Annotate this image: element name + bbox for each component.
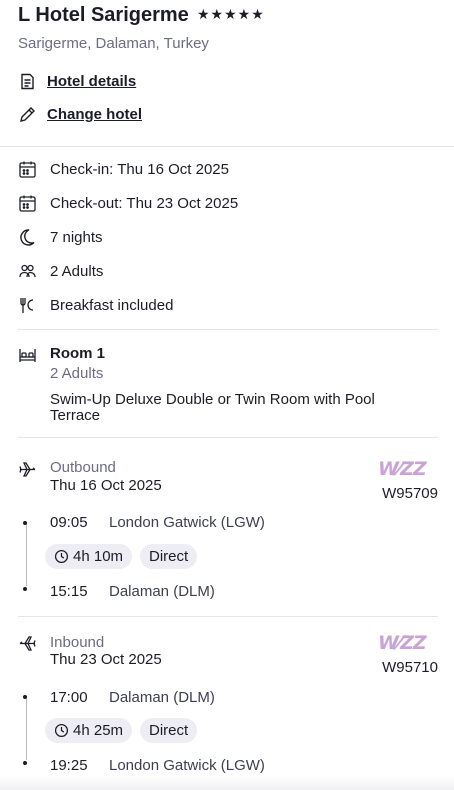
calendar-icon [18, 194, 37, 213]
moon-icon [18, 228, 37, 247]
stops-text: Direct [149, 548, 189, 565]
plane-icon [18, 634, 37, 653]
duration-text: 4h 25m [73, 722, 124, 739]
inbound-date: Thu 23 Oct 2025 [50, 651, 162, 668]
section-divider [18, 329, 438, 330]
room-title: Room 1 [50, 345, 106, 362]
outbound-flight-number: W95709 [382, 485, 438, 502]
section-divider [18, 616, 438, 617]
nights-row: 7 nights [18, 228, 103, 247]
inbound-arrive-airport: London Gatwick (LGW) [109, 757, 265, 774]
timeline-dot [23, 695, 27, 699]
calendar-icon [18, 160, 37, 179]
room-guests: 2 Adults [50, 365, 104, 382]
check-in-row: Check-in: Thu 16 Oct 2025 [18, 160, 229, 179]
timeline-dot [23, 521, 27, 525]
bed-icon [18, 346, 37, 365]
star-rating: ★★★★★ [197, 6, 265, 22]
stops-text: Direct [149, 722, 189, 739]
clock-icon [54, 549, 69, 564]
airline-logo: W⁄ZZ [378, 632, 427, 654]
inbound-flight-number: W95710 [382, 659, 438, 676]
airline-logo: W⁄ZZ [378, 458, 427, 480]
scroll-fade [0, 776, 454, 790]
people-icon [18, 262, 37, 281]
document-icon [18, 72, 37, 91]
stops-chip: Direct [140, 718, 198, 743]
timeline-dot [23, 761, 27, 765]
inbound-label: Inbound [50, 634, 105, 651]
board-text: Breakfast included [50, 297, 174, 314]
check-out-text: Check-out: Thu 23 Oct 2025 [50, 195, 239, 212]
timeline-line [26, 698, 27, 760]
outbound-arrive-time: 15:15 [50, 583, 88, 600]
room-description: Swim-Up Deluxe Double or Twin Room with … [50, 391, 375, 424]
change-hotel-link[interactable]: Change hotel [18, 105, 142, 124]
pencil-icon [18, 105, 37, 124]
guests-row: 2 Adults [18, 262, 103, 281]
section-divider [0, 146, 454, 147]
board-row: Breakfast included [18, 296, 173, 315]
plane-icon [18, 460, 37, 479]
section-divider [18, 437, 438, 438]
change-hotel-label[interactable]: Change hotel [47, 106, 142, 123]
stops-chip: Direct [140, 544, 198, 569]
hotel-details-link[interactable]: Hotel details [18, 72, 136, 91]
outbound-depart-airport: London Gatwick (LGW) [109, 514, 265, 531]
timeline-line [26, 524, 27, 586]
hotel-details-label[interactable]: Hotel details [47, 73, 136, 90]
outbound-arrive-airport: Dalaman (DLM) [109, 583, 215, 600]
check-in-text: Check-in: Thu 16 Oct 2025 [50, 161, 229, 178]
timeline-dot [23, 587, 27, 591]
clock-icon [54, 723, 69, 738]
duration-chip: 4h 10m [45, 544, 133, 569]
cutlery-icon [18, 296, 37, 315]
inbound-depart-airport: Dalaman (DLM) [109, 689, 215, 706]
hotel-name: L Hotel Sarigerme [18, 4, 189, 26]
guests-text: 2 Adults [50, 263, 104, 280]
check-out-row: Check-out: Thu 23 Oct 2025 [18, 194, 238, 213]
nights-text: 7 nights [50, 229, 103, 246]
outbound-depart-time: 09:05 [50, 514, 88, 531]
duration-text: 4h 10m [73, 548, 124, 565]
hotel-location: Sarigerme, Dalaman, Turkey [18, 35, 209, 52]
duration-chip: 4h 25m [45, 718, 133, 743]
inbound-arrive-time: 19:25 [50, 757, 88, 774]
outbound-date: Thu 16 Oct 2025 [50, 477, 162, 494]
inbound-depart-time: 17:00 [50, 689, 88, 706]
outbound-label: Outbound [50, 459, 116, 476]
